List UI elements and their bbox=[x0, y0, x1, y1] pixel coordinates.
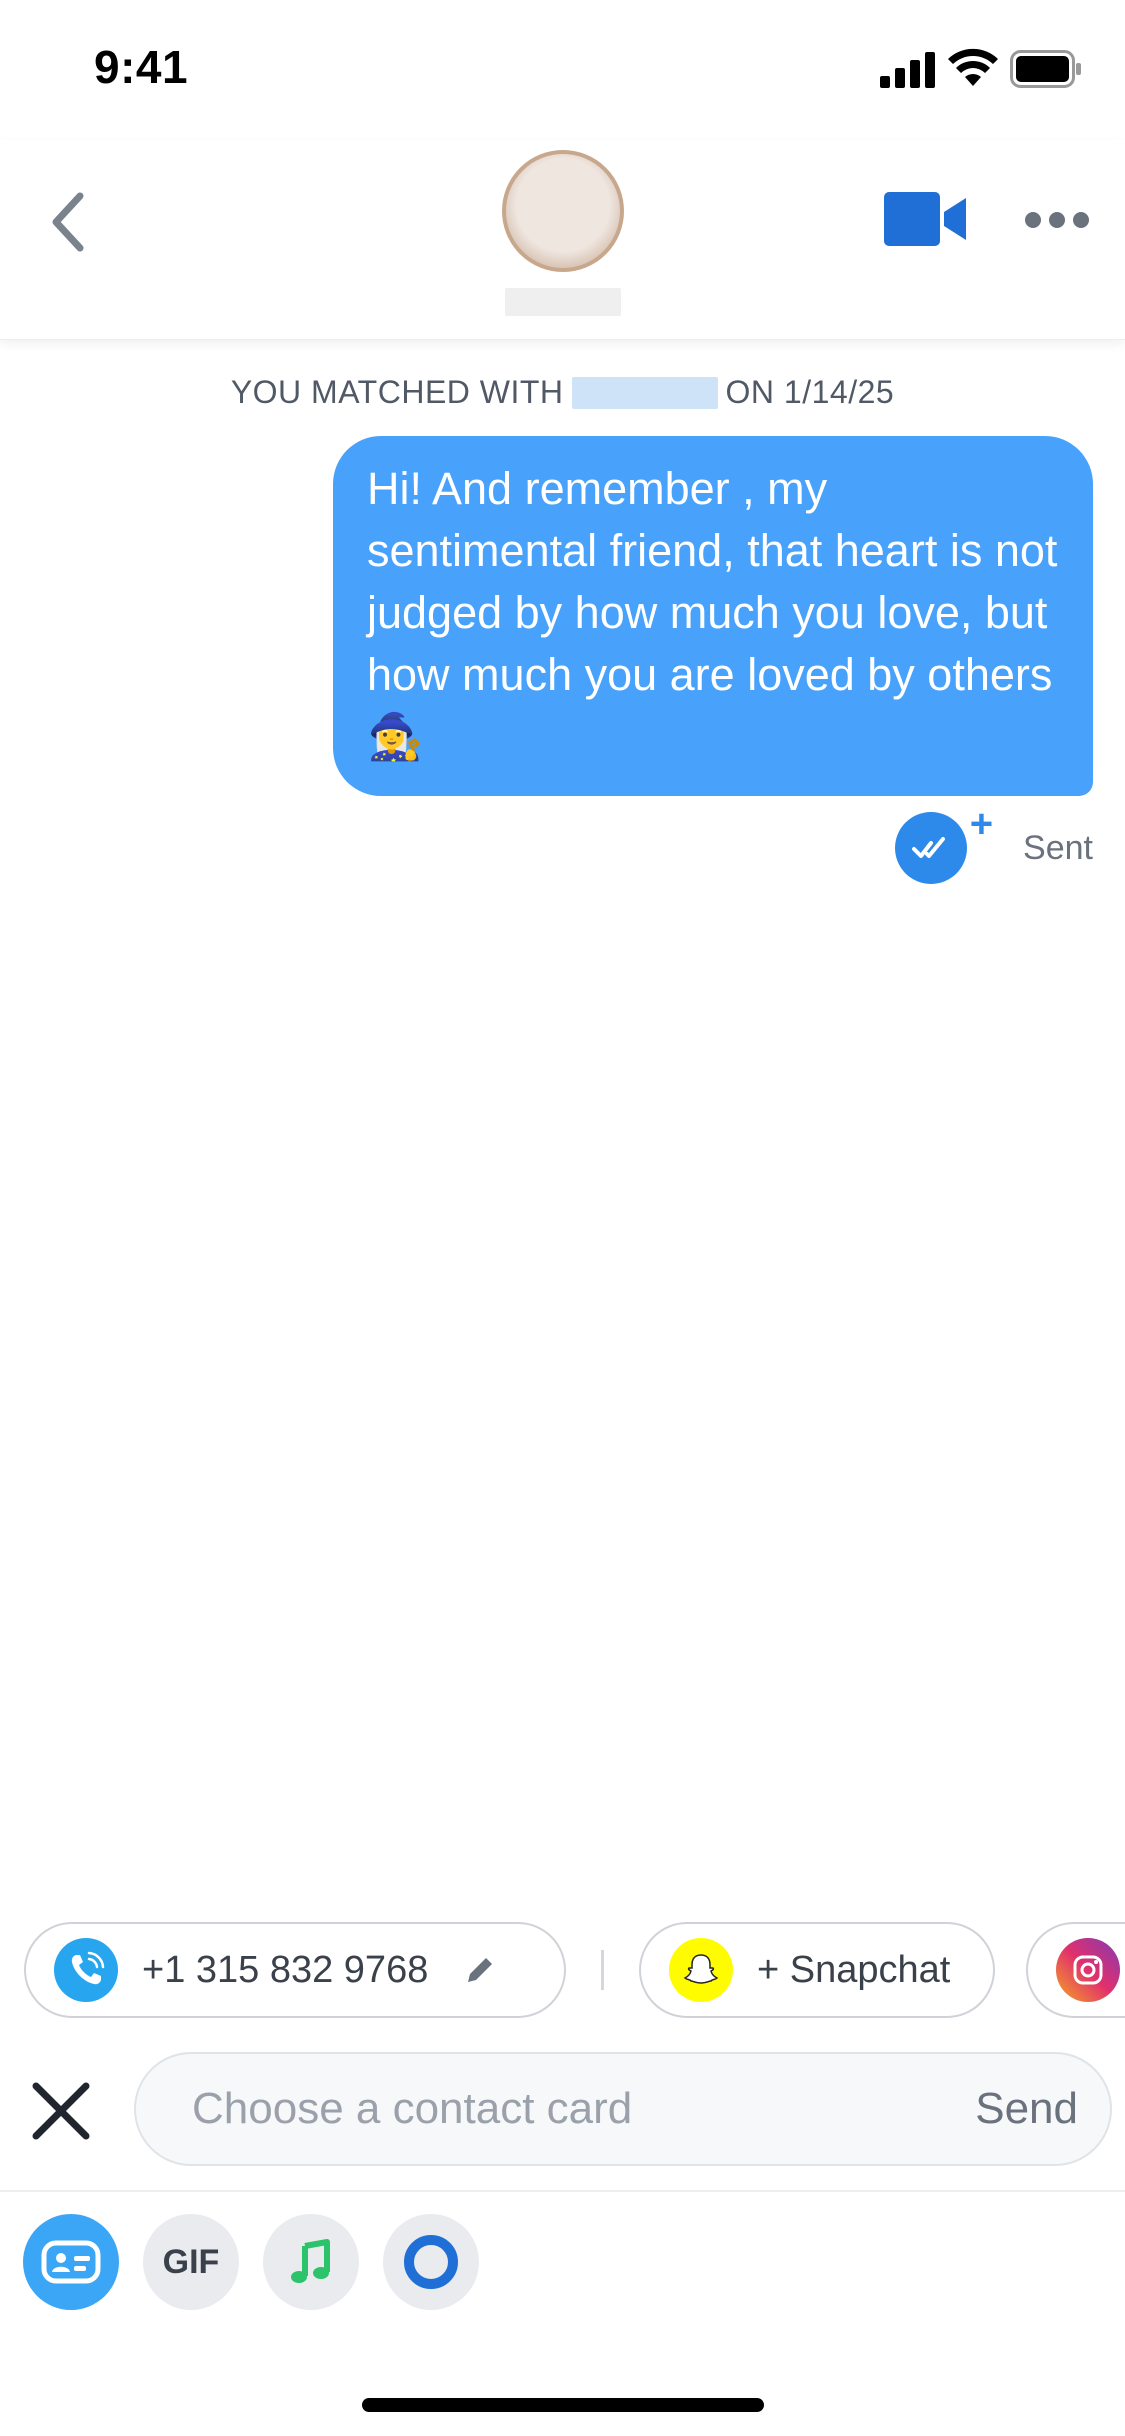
ring-icon bbox=[404, 2235, 458, 2289]
wifi-icon bbox=[948, 48, 998, 86]
wizard-emoji: 🧙‍♀️ bbox=[367, 710, 424, 763]
music-note-icon bbox=[291, 2239, 330, 2283]
message-bubble[interactable]: Hi! And remember , my sentimental friend… bbox=[333, 436, 1093, 796]
contact-card-button[interactable] bbox=[23, 2214, 119, 2310]
cellular-signal-icon bbox=[880, 52, 935, 88]
more-options-button[interactable] bbox=[1024, 200, 1090, 240]
close-icon bbox=[32, 2082, 90, 2140]
read-receipt-plus-icon: + bbox=[969, 802, 994, 846]
snapchat-label: + Snapchat bbox=[757, 1948, 951, 1991]
sent-status-label: Sent bbox=[1023, 828, 1093, 867]
instagram-icon bbox=[1056, 1938, 1120, 2002]
loop-button[interactable] bbox=[383, 2214, 479, 2310]
matched-prefix: YOU MATCHED WITH bbox=[230, 374, 564, 410]
close-button[interactable] bbox=[30, 2080, 92, 2142]
contact-chips-row: +1 315 832 9768 + Snapchat bbox=[24, 1922, 1125, 2020]
message-status: + Sent bbox=[895, 802, 1093, 888]
contact-card-icon bbox=[41, 2240, 101, 2284]
matched-date-banner: YOU MATCHED WITH ON 1/14/25 bbox=[0, 374, 1125, 411]
phone-number: +1 315 832 9768 bbox=[142, 1948, 429, 1991]
instagram-chip[interactable] bbox=[1026, 1922, 1125, 2018]
phone-icon bbox=[54, 1938, 118, 2002]
music-button[interactable] bbox=[263, 2214, 359, 2310]
status-bar: 9:41 bbox=[0, 0, 1125, 140]
chevron-left-icon bbox=[52, 192, 84, 252]
chip-divider bbox=[601, 1950, 604, 1990]
back-button[interactable] bbox=[40, 182, 96, 262]
snapchat-chip[interactable]: + Snapchat bbox=[639, 1922, 995, 2018]
message-text: Hi! And remember , my sentimental friend… bbox=[367, 463, 1058, 700]
match-avatar[interactable] bbox=[502, 150, 624, 272]
matched-name-redacted bbox=[571, 376, 718, 409]
more-dots-icon bbox=[1025, 212, 1089, 228]
home-indicator bbox=[362, 2398, 764, 2412]
toolbar-divider bbox=[0, 2190, 1125, 2192]
snapchat-ghost-icon bbox=[669, 1938, 733, 2002]
phone-chip[interactable]: +1 315 832 9768 bbox=[24, 1922, 566, 2018]
video-call-button[interactable] bbox=[884, 190, 968, 248]
gif-label: GIF bbox=[162, 2242, 220, 2281]
battery-icon bbox=[1010, 50, 1081, 88]
chat-header bbox=[0, 140, 1125, 340]
double-check-icon bbox=[912, 837, 946, 858]
matched-suffix: ON 1/14/25 bbox=[725, 374, 895, 410]
message-composer: Send bbox=[134, 2052, 1112, 2166]
status-time: 9:41 bbox=[94, 41, 189, 93]
pencil-icon[interactable] bbox=[462, 1952, 498, 1988]
read-receipt-button[interactable]: + bbox=[895, 802, 993, 884]
match-name-redacted[interactable] bbox=[505, 288, 621, 316]
gif-button[interactable]: GIF bbox=[143, 2214, 239, 2310]
contact-card-input[interactable] bbox=[136, 2054, 976, 2164]
video-camera-icon bbox=[884, 192, 966, 246]
send-button[interactable]: Send bbox=[975, 2084, 1078, 2134]
